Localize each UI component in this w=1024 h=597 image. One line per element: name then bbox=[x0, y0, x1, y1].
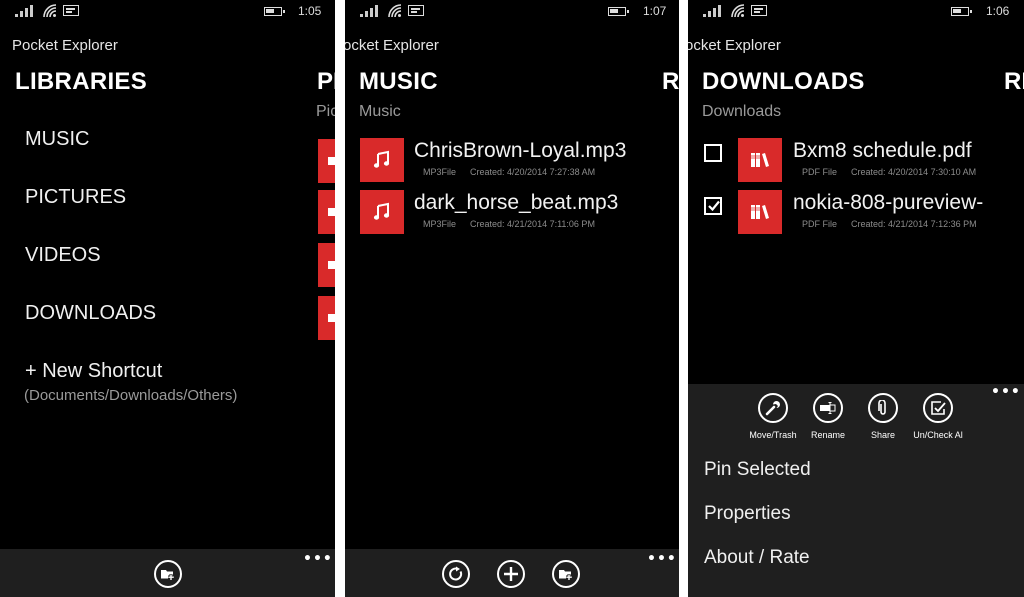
status-bar: 1:05 bbox=[0, 0, 335, 24]
new-shortcut-appbar-button[interactable] bbox=[552, 560, 580, 588]
file-meta: MP3File Created: 4/21/2014 7:11:06 PM bbox=[423, 219, 595, 229]
file-created: Created: 4/20/2014 7:30:10 AM bbox=[851, 167, 977, 177]
screen-downloads: 1:06 ocket Explorer DOWNLOADS RI Downloa… bbox=[688, 0, 1024, 597]
signal-icon bbox=[703, 5, 725, 17]
pivot-next-peek[interactable]: RI bbox=[662, 68, 679, 96]
app-bar: ••• bbox=[0, 549, 335, 597]
clock: 1:05 bbox=[298, 4, 322, 18]
battery-icon bbox=[951, 7, 972, 16]
books-icon bbox=[751, 205, 769, 219]
move-trash-label: Move/Trash bbox=[749, 430, 797, 440]
add-button[interactable] bbox=[497, 560, 525, 588]
menu-item-about-rate[interactable]: About / Rate bbox=[704, 547, 810, 569]
file-created: Created: 4/21/2014 7:11:06 PM bbox=[470, 219, 595, 229]
more-button[interactable]: ••• bbox=[647, 551, 677, 567]
rename-button[interactable] bbox=[813, 393, 843, 423]
wifi-icon bbox=[731, 4, 745, 18]
file-meta: PDF File Created: 4/20/2014 7:30:10 AM bbox=[802, 167, 976, 177]
checkbox-checked[interactable] bbox=[704, 197, 722, 215]
app-title: ocket Explorer bbox=[345, 37, 439, 54]
app-title: ocket Explorer bbox=[688, 37, 781, 54]
file-meta: PDF File Created: 4/21/2014 7:12:36 PM bbox=[802, 219, 977, 229]
clock: 1:06 bbox=[986, 4, 1010, 18]
checkbox-unchecked[interactable] bbox=[704, 144, 722, 162]
next-subhead-peek: Pic bbox=[316, 103, 335, 120]
pivot-subhead: Music bbox=[359, 103, 401, 120]
refresh-icon bbox=[449, 566, 463, 581]
more-button[interactable]: ••• bbox=[303, 551, 333, 567]
rename-icon bbox=[820, 402, 836, 414]
new-shortcut-button[interactable]: + New Shortcut bbox=[25, 360, 162, 383]
refresh-button[interactable] bbox=[442, 560, 470, 588]
file-name: Bxm8 schedule.pdf bbox=[793, 139, 972, 162]
file-tile bbox=[738, 190, 782, 234]
file-created: Created: 4/21/2014 7:12:36 PM bbox=[851, 219, 977, 229]
file-created: Created: 4/20/2014 7:27:38 AM bbox=[470, 167, 596, 177]
library-item-videos[interactable]: VIDEOS bbox=[25, 244, 101, 267]
app-bar-expanded: Move/Trash Rename Share Un/Check Al ••• … bbox=[688, 384, 1024, 597]
file-tile bbox=[360, 138, 404, 182]
pivot-next-peek[interactable]: PI bbox=[317, 68, 335, 96]
pivot-next-peek[interactable]: RI bbox=[1004, 68, 1024, 96]
app-title: Pocket Explorer bbox=[12, 37, 118, 54]
file-type: MP3File bbox=[423, 167, 457, 177]
checkmark-icon bbox=[708, 200, 720, 212]
screen-music: 1:07 ocket Explorer MUSIC RI Music Chris… bbox=[345, 0, 679, 597]
peek-tile bbox=[318, 190, 335, 234]
peek-tile bbox=[318, 296, 335, 340]
library-item-pictures[interactable]: PICTURES bbox=[25, 186, 126, 209]
menu-item-pin-selected[interactable]: Pin Selected bbox=[704, 459, 811, 481]
share-button[interactable] bbox=[868, 393, 898, 423]
signal-icon bbox=[15, 5, 37, 17]
file-type: PDF File bbox=[802, 219, 838, 229]
pivot-subhead: Downloads bbox=[702, 103, 782, 120]
app-bar: ••• bbox=[345, 549, 679, 597]
books-icon bbox=[751, 153, 769, 167]
peek-tile bbox=[318, 139, 335, 183]
more-button[interactable]: ••• bbox=[991, 384, 1021, 400]
folder-add-icon bbox=[161, 570, 174, 580]
library-item-downloads[interactable]: DOWNLOADS bbox=[25, 302, 156, 325]
file-type: PDF File bbox=[802, 167, 838, 177]
status-bar: 1:06 bbox=[688, 0, 1024, 24]
paperclip-icon bbox=[878, 400, 886, 415]
check-all-label: Un/Check Al bbox=[913, 430, 963, 440]
file-name: dark_horse_beat.mp3 bbox=[414, 191, 619, 214]
clock: 1:07 bbox=[643, 4, 667, 18]
file-meta: MP3File Created: 4/20/2014 7:27:38 AM bbox=[423, 167, 595, 177]
share-label: Share bbox=[870, 430, 896, 440]
check-all-button[interactable] bbox=[923, 393, 953, 423]
screen-libraries: 1:05 Pocket Explorer LIBRARIES PI Pic MU… bbox=[0, 0, 335, 597]
new-shortcut-hint: (Documents/Downloads/Others) bbox=[24, 387, 238, 404]
message-icon bbox=[63, 5, 79, 16]
file-name: nokia-808-pureview- bbox=[793, 191, 984, 214]
folder-add-icon bbox=[559, 570, 572, 580]
signal-icon bbox=[360, 5, 382, 17]
battery-icon bbox=[608, 7, 629, 16]
wifi-icon bbox=[43, 4, 57, 18]
file-tile bbox=[738, 138, 782, 182]
add-icon bbox=[504, 567, 518, 581]
file-tile bbox=[360, 190, 404, 234]
rename-label: Rename bbox=[810, 430, 846, 440]
library-item-music[interactable]: MUSIC bbox=[25, 128, 89, 151]
file-name: ChrisBrown-Loyal.mp3 bbox=[414, 139, 627, 162]
check-all-icon bbox=[931, 401, 946, 415]
music-note-icon bbox=[373, 202, 390, 220]
pivot-title[interactable]: DOWNLOADS bbox=[702, 68, 865, 96]
message-icon bbox=[751, 5, 767, 16]
new-shortcut-appbar-button[interactable] bbox=[154, 560, 182, 588]
battery-icon bbox=[264, 7, 285, 16]
file-type: MP3File bbox=[423, 219, 457, 229]
pivot-title[interactable]: MUSIC bbox=[359, 68, 438, 96]
status-bar: 1:07 bbox=[345, 0, 679, 24]
music-note-icon bbox=[373, 150, 390, 168]
wifi-icon bbox=[388, 4, 402, 18]
wrench-icon bbox=[765, 401, 780, 416]
pivot-title[interactable]: LIBRARIES bbox=[15, 68, 147, 96]
message-icon bbox=[408, 5, 424, 16]
move-trash-button[interactable] bbox=[758, 393, 788, 423]
peek-tile bbox=[318, 243, 335, 287]
menu-item-properties[interactable]: Properties bbox=[704, 503, 791, 525]
